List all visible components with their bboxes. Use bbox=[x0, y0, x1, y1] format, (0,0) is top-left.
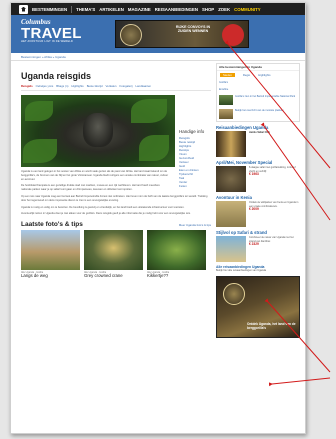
fotos-more-link[interactable]: Meer Uganda foto's & tips bbox=[179, 223, 211, 227]
sidebar: Alle bestemmingen in Uganda Steden Regio… bbox=[216, 63, 300, 338]
webpage-frame: BESTEMMINGEN THEMA'S ARTIKELEN MAGAZINE … bbox=[10, 2, 306, 434]
tab-fotogalerij[interactable]: Fotogalerij bbox=[119, 84, 132, 88]
all-offers-text: Bekijk hier alle reisaanbiedingen van Ug… bbox=[216, 269, 267, 273]
tab-2[interactable]: Oeheljes ymis bbox=[36, 84, 54, 88]
intro-paragraph: Uganda is een land gelegen in het oosten… bbox=[21, 170, 169, 181]
tab-highlights[interactable]: Highlights bbox=[258, 73, 270, 77]
promo-item[interactable]: 8-daagse safari met gorillatrekking, inc… bbox=[216, 166, 300, 193]
feature-text[interactable]: Gorilla's zien in het Bwindi Impenetrabl… bbox=[235, 95, 295, 105]
promo-image[interactable] bbox=[216, 166, 246, 193]
destinations-tabs: Steden Regio Highlights bbox=[217, 71, 299, 79]
tab-5[interactable]: Beste tiksrijd bbox=[87, 84, 103, 88]
foto-thumbnail[interactable] bbox=[147, 230, 206, 271]
promo-item[interactable]: Ontdek de wildparken van Kenia en Uganda… bbox=[216, 201, 300, 228]
tab-3[interactable]: Bbags (n) bbox=[56, 84, 68, 88]
promo-heading[interactable]: April/Mei, November Special bbox=[216, 160, 300, 165]
handige-info-box: Handige info Reisgids Beste reistijd Hig… bbox=[179, 129, 211, 188]
nav-magazine[interactable]: MAGAZINE bbox=[128, 7, 151, 12]
logo-line-2: TRAVEL bbox=[21, 25, 82, 42]
destination-feature[interactable]: Bekijk het overzicht van de mooiste plek… bbox=[217, 107, 299, 121]
home-icon[interactable] bbox=[19, 4, 28, 14]
tab-regio[interactable]: Regio bbox=[243, 73, 250, 77]
destinations-heading: Alle bestemmingen in Uganda bbox=[217, 64, 299, 71]
fotos-thumbnails: Alle Uganda · Gorilla Langs de weg Alle … bbox=[21, 230, 211, 279]
promo-heading[interactable]: Stijlvol op Safari & strand bbox=[216, 230, 300, 235]
banner-badge-icon bbox=[222, 24, 244, 46]
promo-club-name: Jambo Safari Club bbox=[249, 131, 270, 135]
promo-item[interactable]: Combineer de natuur van Uganda met het s… bbox=[216, 236, 300, 263]
site-logo[interactable]: Columbus TRAVEL HET AVONTUUR LIGT IN DE … bbox=[21, 19, 82, 44]
nav-bestemmingen[interactable]: BESTEMMINGEN bbox=[32, 7, 67, 12]
destinations-box: Alle bestemmingen in Uganda Steden Regio… bbox=[216, 63, 300, 123]
fotos-header: Laatste foto's & tips Meer Uganda foto's… bbox=[21, 221, 211, 228]
infobox-link[interactable]: Feiten bbox=[179, 184, 211, 188]
tab-verhalen[interactable]: Verkalen bbox=[106, 84, 117, 88]
nav-zoek[interactable]: ZOEK bbox=[218, 7, 230, 12]
guide-tabs: Reisgids Oeheljes ymis Bbags (n) Highlig… bbox=[21, 84, 211, 91]
body-paragraph: Avontuurlijk reizen in Uganda doet je ni… bbox=[21, 212, 191, 216]
promo-banner[interactable]: Jambo Safari Club bbox=[216, 131, 300, 158]
promo-text: 8-daagse safari met gorillatrekking, inc… bbox=[249, 166, 300, 192]
body-paragraph: Uganda is rustig en veilig om te bereize… bbox=[21, 205, 185, 209]
body-paragraph: De hoofdstad Kampala is een gezellige dr… bbox=[21, 184, 160, 192]
nav-themas[interactable]: THEMA'S bbox=[76, 7, 95, 12]
foto-card[interactable]: Alle Uganda · Gorilla Langs de weg bbox=[21, 230, 80, 279]
tab-landkaarten[interactable]: Landkaarten bbox=[136, 84, 152, 88]
destination-item[interactable]: Gorilla's bbox=[217, 79, 299, 86]
nav-divider bbox=[71, 5, 73, 13]
nav-reisaanbiedingen[interactable]: REISAANBIEDINGEN bbox=[155, 7, 198, 12]
tab-highlights[interactable]: Highlights bbox=[71, 84, 83, 88]
logo-tagline: HET AVONTUUR LIGT IN DE WERELD bbox=[21, 40, 73, 43]
reisaanbiedingen-heading[interactable]: Reisaanbiedingen Uganda bbox=[216, 125, 300, 130]
breadcrumb[interactable]: Bestemmingen » Afrika » Uganda bbox=[11, 53, 305, 61]
promo-price: € 1963 bbox=[249, 171, 259, 176]
foto-card[interactable]: Alle Uganda · Gorilla Grey crowned crane bbox=[84, 230, 143, 279]
feature-text[interactable]: Bekijk het overzicht van de mooiste plek… bbox=[235, 109, 284, 119]
ad-text: Ontdek Uganda, het land van de berggoril… bbox=[247, 321, 296, 330]
main-content: Uganda reisgids Reisgids Oeheljes ymis B… bbox=[21, 71, 211, 279]
foto-thumbnail[interactable] bbox=[21, 230, 80, 271]
foto-title[interactable]: Langs de weg bbox=[21, 273, 80, 279]
page-title: Uganda reisgids bbox=[21, 71, 92, 81]
tab-steden[interactable]: Steden bbox=[220, 73, 235, 77]
header-banner-ad[interactable]: RIJKE CONVOYS IN ZUIDEN WENNEN bbox=[115, 20, 249, 48]
promo-image[interactable] bbox=[216, 201, 246, 228]
nav-community[interactable]: COMMUNITY bbox=[234, 7, 261, 12]
destination-item[interactable]: Entebbe bbox=[217, 86, 299, 93]
destination-feature[interactable]: Gorilla's zien in het Bwindi Impenetrabl… bbox=[217, 93, 299, 107]
infobox-title: Handige info bbox=[179, 129, 205, 134]
destination-link[interactable]: Entebbe bbox=[219, 88, 228, 91]
site-header: Columbus TRAVEL HET AVONTUUR LIGT IN DE … bbox=[11, 15, 305, 53]
foto-thumbnail[interactable] bbox=[84, 230, 143, 271]
banner-seal-icon bbox=[120, 24, 142, 46]
ad-seal-icon bbox=[223, 282, 245, 305]
foto-card[interactable]: Alle Uganda · Gorilla Kikkertje?? bbox=[147, 230, 206, 279]
tab-reisgids[interactable]: Reisgids bbox=[21, 84, 33, 88]
promo-text: Combineer de natuur van Uganda met het s… bbox=[249, 236, 300, 262]
gorilla-hero-photo bbox=[21, 95, 175, 167]
foto-title[interactable]: Grey crowned crane bbox=[84, 273, 143, 279]
promo-image[interactable] bbox=[216, 236, 246, 263]
feature-thumbnail[interactable] bbox=[219, 109, 233, 120]
promo-heading[interactable]: Avontuur in Kenia bbox=[216, 195, 300, 200]
promo-image[interactable] bbox=[216, 131, 246, 158]
feature-thumbnail[interactable] bbox=[219, 95, 233, 106]
gorilla-face bbox=[83, 113, 113, 147]
destination-link[interactable]: Gorilla's bbox=[219, 81, 228, 84]
promo-text: Ontdek de wildparken van Kenia en Uganda… bbox=[249, 201, 300, 227]
top-navigation: BESTEMMINGEN THEMA'S ARTIKELEN MAGAZINE … bbox=[11, 3, 305, 15]
promo-price: € 2329 bbox=[249, 241, 259, 246]
body-paragraph: Op een reis naar Uganda mag een bezoek a… bbox=[21, 194, 208, 202]
nav-artikelen[interactable]: ARTIKELEN bbox=[99, 7, 124, 12]
promo-price: € 2009 bbox=[249, 206, 259, 211]
fotos-heading: Laatste foto's & tips bbox=[21, 221, 83, 229]
foto-title[interactable]: Kikkertje?? bbox=[147, 273, 206, 279]
sidebar-banner-ad[interactable]: Ontdek Uganda, het land van de berggoril… bbox=[216, 275, 300, 338]
banner-text: RIJKE CONVOYS IN ZUIDEN WENNEN bbox=[175, 25, 211, 34]
nav-shop[interactable]: SHOP bbox=[202, 7, 214, 12]
